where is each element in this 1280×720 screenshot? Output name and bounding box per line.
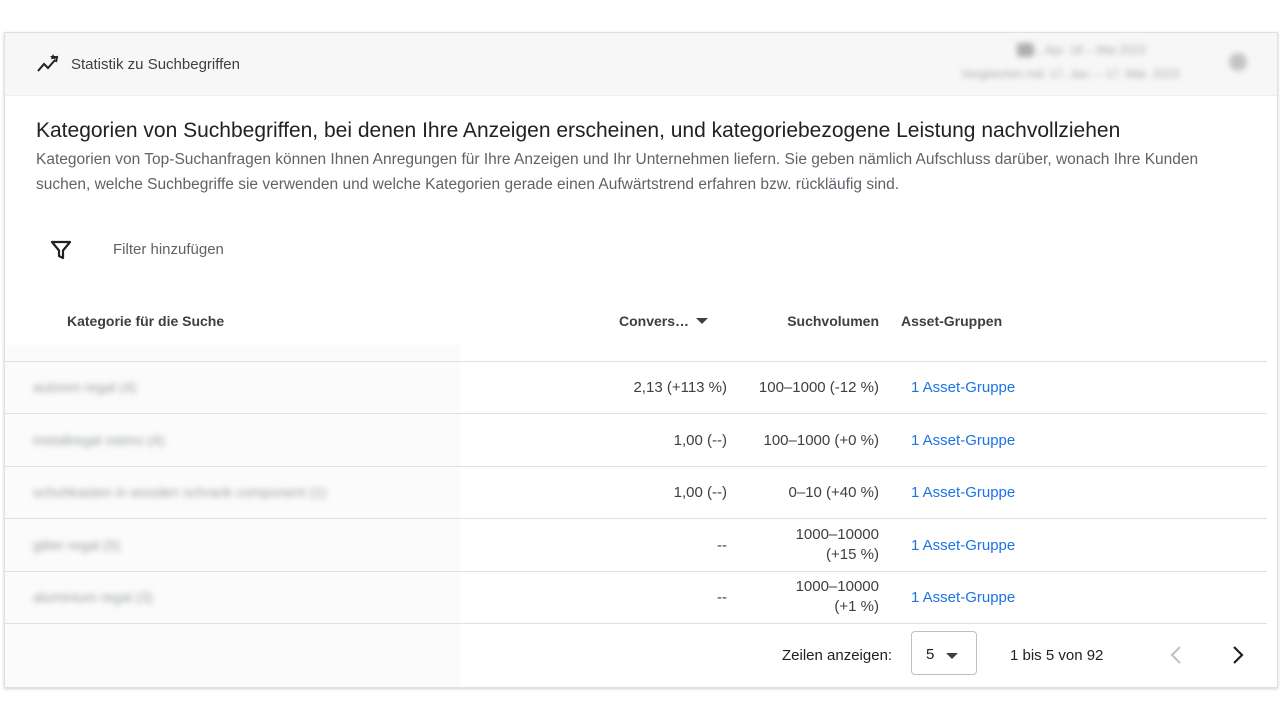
card-title: Statistik zu Suchbegriffen: [71, 56, 240, 73]
conversions-cell: 1,00 (--): [673, 432, 727, 449]
search-volume-cell: 1000–10000 (+1 %): [796, 577, 879, 617]
date-range-compare: Vergleichen mit: 17. Jan. – 17. Mär. 202…: [961, 67, 1180, 81]
conversions-cell: --: [717, 589, 727, 606]
sort-descending-icon[interactable]: [696, 318, 708, 324]
category-cell[interactable]: gitter regal (5): [33, 537, 120, 553]
search-volume-cell: 0–10 (+40 %): [788, 484, 879, 501]
search-volume-change: (+15 %): [826, 546, 879, 563]
search-terms-insights-card: Statistik zu Suchbegriffen Mi., Apr. 18 …: [4, 32, 1278, 688]
column-header-conversions[interactable]: Convers…: [619, 313, 689, 329]
table-divider: [5, 413, 1267, 414]
section-description: Kategorien von Top-Suchanfragen können I…: [36, 151, 1199, 193]
asset-group-link[interactable]: 1 Asset-Gruppe: [911, 589, 1015, 606]
table-divider: [5, 466, 1267, 467]
section-title: Kategorien von Suchbegriffen, bei denen …: [36, 119, 1121, 142]
column-header-category[interactable]: Kategorie für die Suche: [67, 313, 224, 329]
asset-group-link[interactable]: 1 Asset-Gruppe: [911, 484, 1015, 501]
asset-group-link[interactable]: 1 Asset-Gruppe: [911, 537, 1015, 554]
more-options-icon[interactable]: [1229, 53, 1247, 71]
asset-group-link[interactable]: 1 Asset-Gruppe: [911, 432, 1015, 449]
rows-per-page-select[interactable]: 5: [911, 631, 977, 675]
blurred-category-panel: [5, 345, 460, 687]
table-divider: [5, 518, 1267, 519]
column-header-asset-groups[interactable]: Asset-Gruppen: [901, 313, 1002, 329]
asset-group-link[interactable]: 1 Asset-Gruppe: [911, 379, 1015, 396]
column-header-search-volume[interactable]: Suchvolumen: [787, 313, 879, 329]
conversions-cell: 1,00 (--): [673, 484, 727, 501]
table-divider: [5, 361, 1267, 362]
search-volume-cell: 1000–10000 (+15 %): [796, 525, 879, 565]
category-cell[interactable]: metallregal ostmo (4): [33, 432, 165, 448]
trending-up-icon: [37, 54, 59, 72]
rows-per-page-value: 5: [926, 646, 935, 663]
search-volume-cell: 100–1000 (-12 %): [758, 379, 879, 396]
filter-icon[interactable]: [49, 238, 73, 262]
add-filter-button[interactable]: Filter hinzufügen: [113, 241, 224, 258]
table-divider: [5, 623, 1267, 624]
pagination-range: 1 bis 5 von 92: [1010, 647, 1104, 664]
category-cell[interactable]: schuhkasten in wooden schrank component …: [33, 484, 326, 500]
search-volume-range: 1000–10000: [795, 578, 879, 595]
rows-per-page-label: Zeilen anzeigen:: [782, 647, 893, 664]
card-header: Statistik zu Suchbegriffen Mi., Apr. 18 …: [5, 33, 1277, 96]
category-cell[interactable]: aluminium regal (3): [33, 589, 153, 605]
search-volume-range: 1000–10000: [795, 526, 879, 543]
date-range-selector[interactable]: Mi., Apr. 18 – Mai 2023 Vergleichen mit:…: [953, 39, 1253, 91]
dropdown-arrow-icon: [946, 653, 958, 659]
chevron-left-icon[interactable]: [1165, 643, 1189, 667]
top-strip: [0, 0, 1280, 30]
conversions-cell: --: [717, 537, 727, 554]
category-cell[interactable]: autoren regal (4): [33, 379, 137, 395]
table-divider: [5, 571, 1267, 572]
date-range-primary: Mi., Apr. 18 – Mai 2023: [1023, 43, 1146, 57]
search-volume-change: (+1 %): [834, 598, 879, 615]
search-volume-cell: 100–1000 (+0 %): [763, 432, 879, 449]
conversions-cell: 2,13 (+113 %): [633, 379, 727, 396]
chevron-right-icon[interactable]: [1225, 643, 1249, 667]
